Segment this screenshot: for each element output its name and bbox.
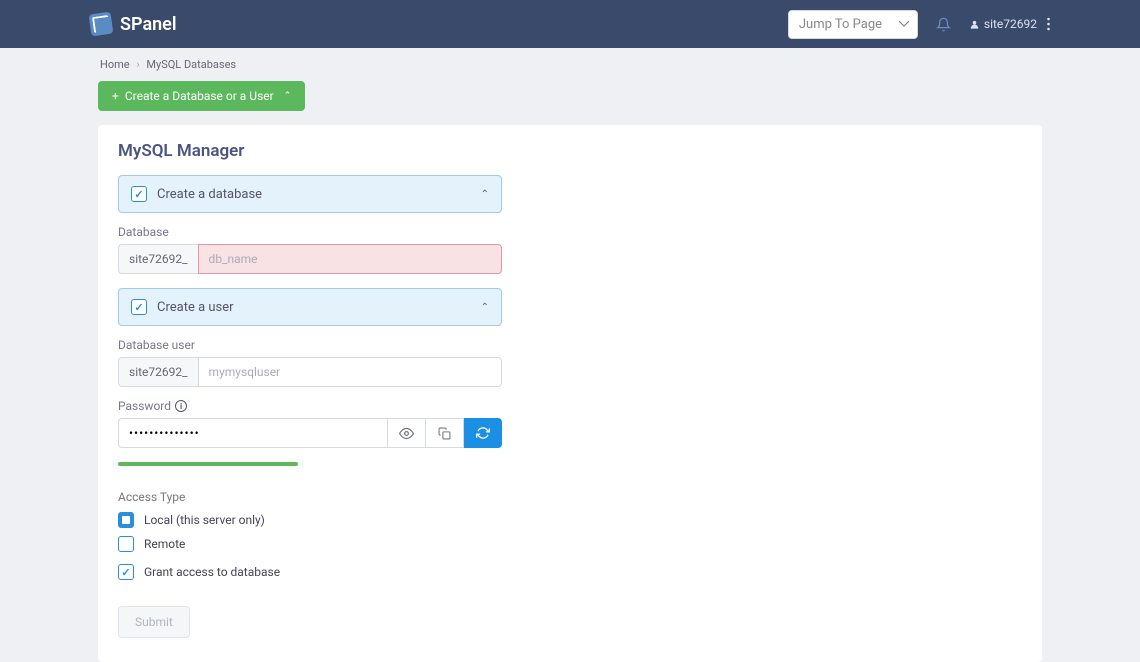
refresh-icon xyxy=(476,426,490,440)
eye-icon xyxy=(399,426,414,441)
create-button-label: Create a Database or a User xyxy=(125,89,274,103)
database-user-input[interactable] xyxy=(198,357,502,387)
jump-to-page-select[interactable]: Jump To Page xyxy=(788,10,918,39)
breadcrumb: Home › MySQL Databases xyxy=(98,48,1042,81)
access-local-checkbox[interactable] xyxy=(118,512,134,528)
toggle-password-visibility-button[interactable] xyxy=(388,418,426,448)
username-label: site72692 xyxy=(984,17,1037,31)
breadcrumb-home[interactable]: Home xyxy=(100,58,130,71)
chevron-up-icon: ⌃ xyxy=(481,302,489,313)
brand-name: SPanel xyxy=(120,14,177,35)
grant-access-label: Grant access to database xyxy=(144,565,280,579)
breadcrumb-current: MySQL Databases xyxy=(146,58,236,71)
create-user-checkbox[interactable] xyxy=(131,299,147,315)
notifications-icon[interactable] xyxy=(936,17,951,32)
user-menu[interactable]: site72692 xyxy=(969,17,1037,31)
password-strength-bar xyxy=(118,462,298,466)
generate-password-button[interactable] xyxy=(464,418,502,448)
create-database-title: Create a database xyxy=(157,187,471,202)
access-type-label: Access Type xyxy=(118,490,1022,504)
copy-password-button[interactable] xyxy=(426,418,464,448)
database-field-label: Database xyxy=(118,225,1022,239)
create-database-checkbox[interactable] xyxy=(131,186,147,202)
database-prefix: site72692_ xyxy=(118,244,198,274)
copy-icon xyxy=(438,427,451,440)
create-database-accordion[interactable]: Create a database ⌃ xyxy=(118,175,502,213)
create-user-accordion[interactable]: Create a user ⌃ xyxy=(118,288,502,326)
create-user-title: Create a user xyxy=(157,300,471,315)
grant-access-checkbox[interactable] xyxy=(118,564,134,580)
create-database-or-user-button[interactable]: + Create a Database or a User ⌃ xyxy=(98,81,305,111)
user-prefix: site72692_ xyxy=(118,357,198,387)
chevron-right-icon: › xyxy=(136,58,139,71)
logo-icon xyxy=(89,12,114,37)
access-remote-label: Remote xyxy=(144,537,185,551)
plus-icon: + xyxy=(112,89,119,103)
submit-button[interactable]: Submit xyxy=(118,606,190,638)
chevron-up-icon: ⌃ xyxy=(284,91,292,101)
password-input[interactable] xyxy=(118,418,388,448)
info-icon[interactable]: i xyxy=(175,400,187,412)
database-name-input[interactable] xyxy=(198,244,502,274)
database-user-field-label: Database user xyxy=(118,338,1022,352)
brand-logo[interactable]: SPanel xyxy=(90,13,177,35)
access-local-label: Local (this server only) xyxy=(144,513,265,527)
page-title: MySQL Manager xyxy=(118,141,1022,161)
password-field-label: Password xyxy=(118,399,171,413)
more-menu-icon[interactable] xyxy=(1047,17,1050,31)
chevron-up-icon: ⌃ xyxy=(481,189,489,200)
access-remote-checkbox[interactable] xyxy=(118,536,134,552)
